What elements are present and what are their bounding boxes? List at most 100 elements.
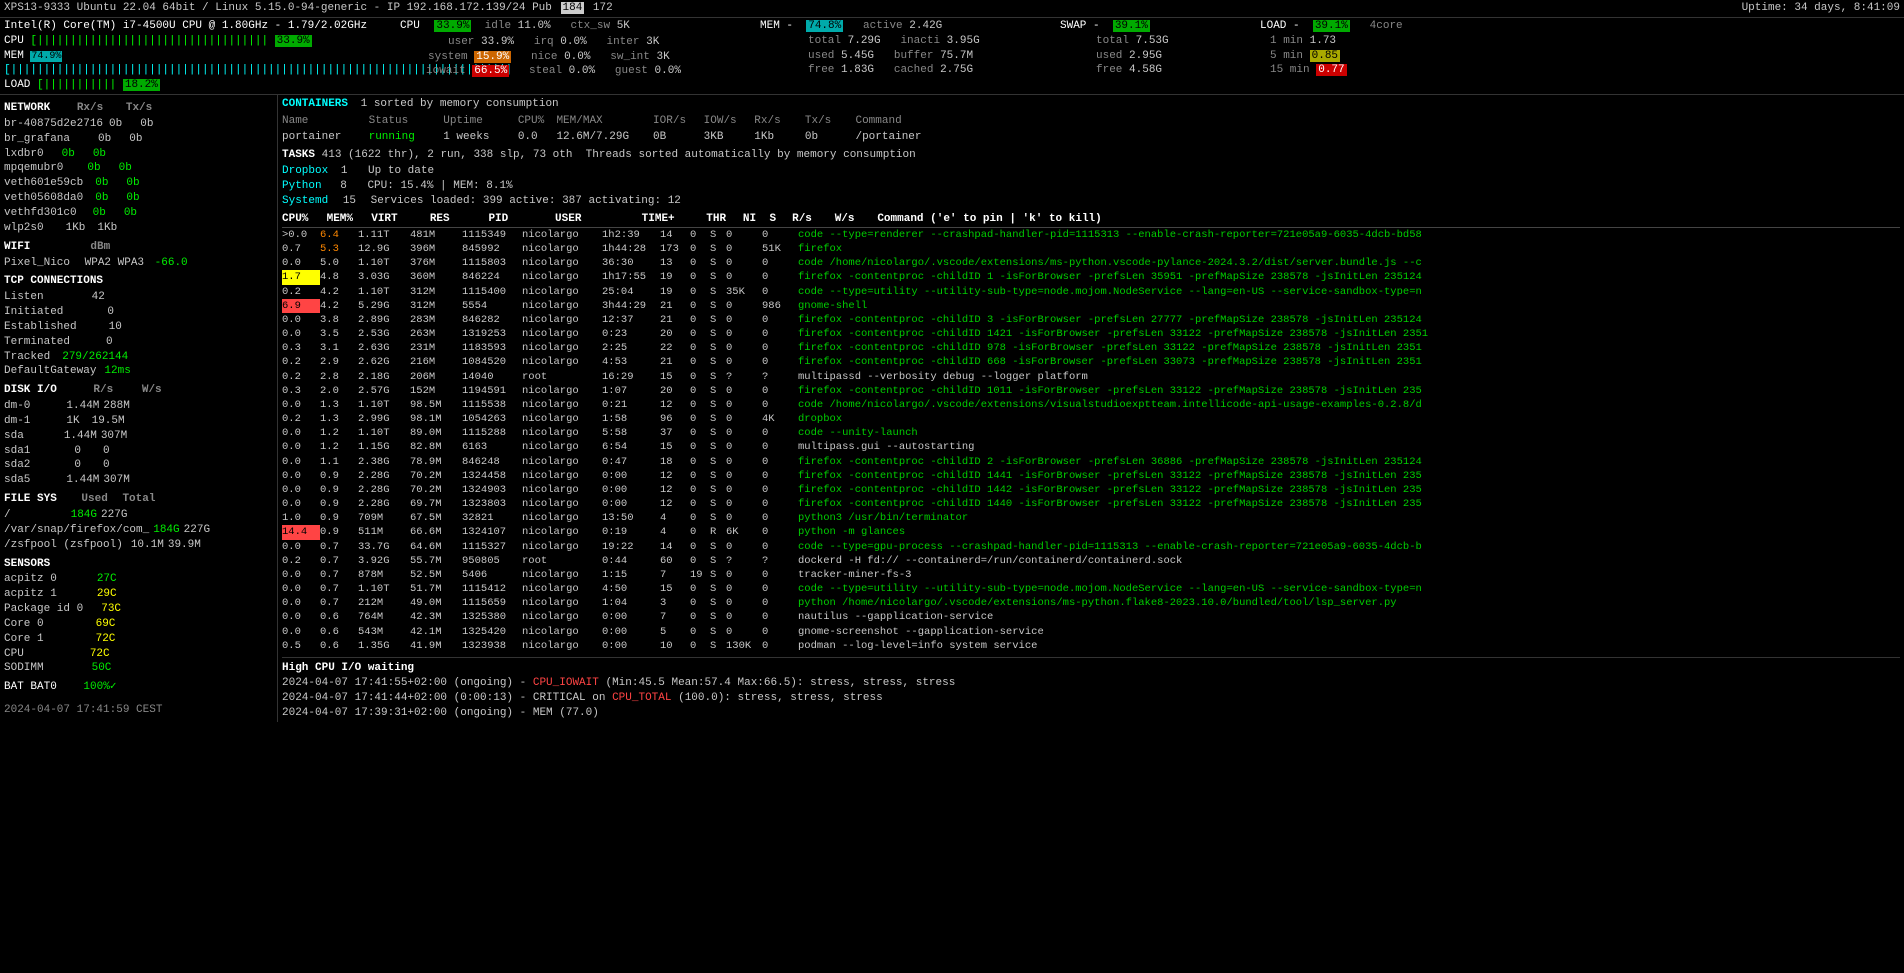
process-row[interactable]: 0.05.01.10T376M1115803nicolargo36:30130S… <box>282 256 1900 270</box>
right-panel: CONTAINERS 1 sorted by memory consumptio… <box>278 95 1904 722</box>
disk-sda: sda1.44M307M <box>4 429 273 444</box>
sensor-cpu: CPU72C <box>4 647 273 662</box>
cpu-user-pct: 33.9% <box>434 20 471 32</box>
disk-sda2: sda200 <box>4 458 273 473</box>
process-row[interactable]: 0.00.6764M42.3M1325380nicolargo0:0070S00… <box>282 610 1900 624</box>
alerts-section: High CPU I/O waiting 2024-04-07 17:41:55… <box>282 657 1900 720</box>
process-row[interactable]: 0.21.32.99G98.1M1054263nicolargo1:58960S… <box>282 412 1900 426</box>
process-row[interactable]: 14.40.9511M66.6M1324107nicolargo0:1940R6… <box>282 525 1900 539</box>
header-bar: XPS13-9333 Ubuntu 22.04 64bit / Linux 5.… <box>0 0 1904 18</box>
process-row[interactable]: 0.00.71.10T51.7M1115412nicolargo4:50150S… <box>282 582 1900 596</box>
net-if-brgrafana: br_grafana0b0b <box>4 132 273 147</box>
sensor-core1: Core 172C <box>4 632 273 647</box>
mem-pct-inline: 74.9% <box>30 51 62 62</box>
mem-bar-line: MEM 74.9%[||||||||||||||||||||||||||||||… <box>4 49 384 79</box>
load-15min: 0.77 <box>1316 64 1346 76</box>
alert-line-2: 2024-04-07 17:41:44+02:00 (0:00:13) - CR… <box>282 691 1900 706</box>
main-layout: NETWORK Rx/s Tx/s br-40875d2e27160b0b br… <box>0 95 1904 722</box>
left-panel: NETWORK Rx/s Tx/s br-40875d2e27160b0b br… <box>0 95 278 722</box>
containers-summary: 1 sorted by memory consumption <box>361 98 559 110</box>
containers-section: CONTAINERS 1 sorted by memory consumptio… <box>282 97 1900 112</box>
net-if-mpqemubr0: mpqemubr00b0b <box>4 161 273 176</box>
process-table-header: CPU% MEM% VIRT RES PID USER TIME+ THR NI… <box>282 212 1900 228</box>
tcp-established: Established10 <box>4 320 273 335</box>
tasks-line: TASKS 413 (1622 thr), 2 run, 338 slp, 73… <box>282 148 1900 163</box>
swap-pct-badge: 39.1% <box>1113 20 1150 32</box>
process-row[interactable]: 0.00.733.7G64.6M1115327nicolargo19:22140… <box>282 540 1900 554</box>
alert-header: High CPU I/O waiting <box>282 661 1900 676</box>
cpu-bar-line: CPU [|||||||||||||||||||||||||||||||||||… <box>4 34 384 49</box>
alert-line-1: 2024-04-07 17:41:55+02:00 (ongoing) - CP… <box>282 676 1900 691</box>
service-python: Python 8 CPU: 15.4% | MEM: 8.1% <box>282 179 1900 194</box>
process-row[interactable]: 0.01.12.38G78.9M846248nicolargo0:47180S0… <box>282 455 1900 469</box>
network-interfaces: br-40875d2e27160b0b br_grafana0b0b lxdbr… <box>4 117 273 236</box>
tcp-stats: Listen42 Initiated0 Established10 Termin… <box>4 290 273 379</box>
process-row[interactable]: 1.00.9709M67.5M32821nicolargo13:5040S00p… <box>282 511 1900 525</box>
disk-io-table: dm-01.44M288M dm-11K19.5M sda1.44M307M s… <box>4 399 273 488</box>
cpu-mem-bars: Intel(R) Core(TM) i7-4500U CPU @ 1.80GHz… <box>4 19 384 93</box>
process-row[interactable]: 0.50.61.35G41.9M1323938nicolargo0:00100S… <box>282 639 1900 653</box>
process-row[interactable]: 1.74.83.03G360M846224nicolargo1h17:55190… <box>282 270 1900 284</box>
cpu-stats-header: CPU 33.9% idle 11.0% ctx_sw 5K <box>400 19 740 34</box>
process-row[interactable]: 0.00.92.28G70.2M1324458nicolargo0:00120S… <box>282 469 1900 483</box>
process-row[interactable]: 0.00.7878M52.5M5406nicolargo1:15719S00tr… <box>282 568 1900 582</box>
net-if-lxdbr0: lxdbr00b0b <box>4 147 273 162</box>
process-row[interactable]: 0.22.92.62G216M1084520nicolargo4:53210S0… <box>282 355 1900 369</box>
cpu-iowait-pct: 66.5% <box>472 65 509 77</box>
process-row[interactable]: 0.00.92.28G69.7M1323803nicolargo0:00120S… <box>282 497 1900 511</box>
sensor-pkg0: Package id 073C <box>4 602 273 617</box>
header-system-info: XPS13-9333 Ubuntu 22.04 64bit / Linux 5.… <box>4 1 613 16</box>
process-row[interactable]: 0.00.92.28G70.2M1324903nicolargo0:00120S… <box>282 483 1900 497</box>
diskio-header: DISK I/O R/s W/s <box>4 383 273 398</box>
process-row[interactable]: 6.94.25.29G312M5554nicolargo3h44:29210S0… <box>282 299 1900 313</box>
process-row[interactable]: 0.03.52.53G263M1319253nicolargo0:23200S0… <box>282 327 1900 341</box>
tcp-listen: Listen42 <box>4 290 273 305</box>
battery-row: BAT BAT0 100%✓ <box>4 680 273 695</box>
header-ip-rest: 172 <box>593 2 613 14</box>
disk-sda1: sda100 <box>4 444 273 459</box>
process-row[interactable]: 0.22.82.18G206M14040root16:29150S??multi… <box>282 370 1900 384</box>
load-stats-block: LOAD - 39.1% 4core 1 min 1.73 5 min 0.85… <box>1260 19 1403 93</box>
process-row[interactable]: 0.01.21.15G82.8M6163nicolargo6:54150S00m… <box>282 440 1900 454</box>
process-row[interactable]: 0.00.6543M42.1M1325420nicolargo0:0050S00… <box>282 625 1900 639</box>
fs-root: /184G227G <box>4 508 273 523</box>
process-row[interactable]: 0.75.312.9G396M845992nicolargo1h44:28173… <box>282 242 1900 256</box>
mem-pct-badge: 74.8% <box>806 20 843 32</box>
service-dropbox: Dropbox 1 Up to date <box>282 164 1900 179</box>
load-5min: 0.85 <box>1310 50 1340 62</box>
fs-snap: /var/snap/firefox/com_184G227G <box>4 523 273 538</box>
disk-dm0: dm-01.44M288M <box>4 399 273 414</box>
sensors-header: SENSORS <box>4 557 273 572</box>
process-row[interactable]: 0.32.02.57G152M1194591nicolargo1:07200S0… <box>282 384 1900 398</box>
sensor-acpitz1: acpitz 129C <box>4 587 273 602</box>
tcp-initiated: Initiated0 <box>4 305 273 320</box>
timestamp: 2024-04-07 17:41:59 CEST <box>4 703 273 718</box>
process-row[interactable]: 0.33.12.63G231M1183593nicolargo2:25220S0… <box>282 341 1900 355</box>
header-uptime: Uptime: 34 days, 8:41:09 <box>1742 1 1900 16</box>
tcp-tracked: Tracked279/262144 <box>4 350 273 365</box>
process-row[interactable]: 0.20.73.92G55.7M950805root0:44600S??dock… <box>282 554 1900 568</box>
net-if-veth056: veth05608da00b0b <box>4 191 273 206</box>
disk-dm1: dm-11K19.5M <box>4 414 273 429</box>
net-if-wlp2s0: wlp2s01Kb1Kb <box>4 221 273 236</box>
net-if-br40875: br-40875d2e27160b0b <box>4 117 273 132</box>
container-row-portainer: portainer running 1 weeks 0.0 12.6M/7.29… <box>282 130 1900 145</box>
header-ip-highlight: 184 <box>561 2 585 14</box>
tcp-header: TCP CONNECTIONS <box>4 274 273 289</box>
net-if-veth601: veth601e59cb0b0b <box>4 176 273 191</box>
sensor-acpitz0: acpitz 027C <box>4 572 273 587</box>
process-row[interactable]: 0.03.82.89G283M846282nicolargo12:37210S0… <box>282 313 1900 327</box>
cpu-stats-block: CPU 33.9% idle 11.0% ctx_sw 5K user 33.9… <box>400 19 740 93</box>
load-pct: 18.2% <box>123 79 160 91</box>
process-row[interactable]: 0.24.21.10T312M1115400nicolargo25:04190S… <box>282 285 1900 299</box>
alert-line-3: 2024-04-07 17:39:31+02:00 (ongoing) - ME… <box>282 706 1900 721</box>
tcp-gateway: DefaultGateway12ms <box>4 364 273 379</box>
process-row[interactable]: 0.01.21.10T89.0M1115288nicolargo5:58370S… <box>282 426 1900 440</box>
process-row[interactable]: >0.06.41.11T481M1115349nicolargo1h2:3914… <box>282 228 1900 242</box>
process-row[interactable]: 0.00.7212M49.0M1115659nicolargo1:0430S00… <box>282 596 1900 610</box>
service-systemd: Systemd 15 Services loaded: 399 active: … <box>282 194 1900 209</box>
network-header: NETWORK Rx/s Tx/s <box>4 101 273 116</box>
wifi-info: Pixel_Nico WPA2 WPA3 -66.0 <box>4 256 273 271</box>
process-row[interactable]: 0.01.31.10T98.5M1115538nicolargo0:21120S… <box>282 398 1900 412</box>
tcp-terminated: Terminated0 <box>4 335 273 350</box>
